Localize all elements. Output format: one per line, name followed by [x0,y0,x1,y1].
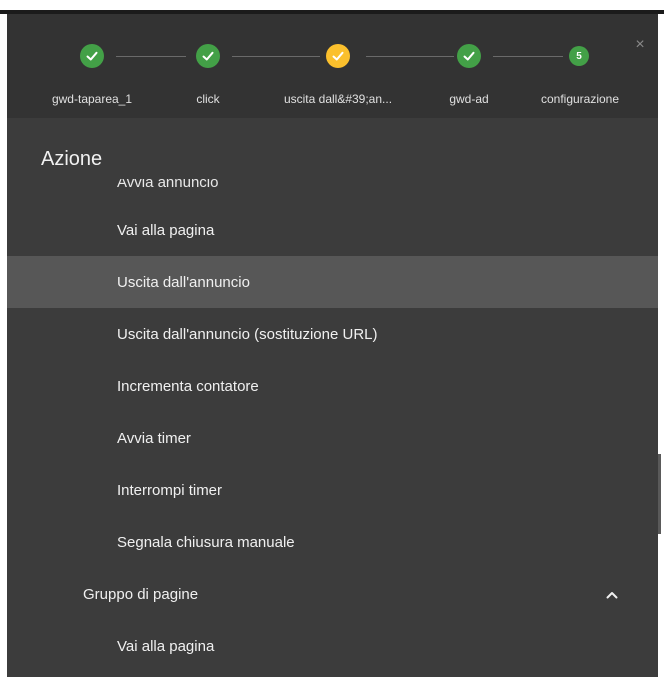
menu-item-label: Vai alla pagina [117,637,215,655]
menu-item-incrementa-contatore[interactable]: Incrementa contatore [7,360,658,412]
chevron-up-icon[interactable] [605,588,619,602]
step-4-check-icon[interactable] [457,44,481,68]
top-strip [0,0,664,14]
step-4-label[interactable]: gwd-ad [449,92,488,106]
step-2-label[interactable]: click [196,92,219,106]
action-dialog: 5 gwd-taparea_1 click uscita dall&#39;an… [7,14,658,677]
menu-item-gruppo-vai-alla-pagina[interactable]: Vai alla pagina [7,620,658,672]
panel-title: Azione [41,148,103,170]
group-header-gruppo-di-pagine[interactable]: Gruppo di pagine [7,568,658,620]
menu-item-vai-alla-pagina[interactable]: Vai alla pagina [7,204,658,256]
menu-item-label: Incrementa contatore [117,377,259,395]
group-label: Gruppo di pagine [83,585,199,603]
step-connector [493,56,563,57]
menu-item-segnala-chiusura[interactable]: Segnala chiusura manuale [7,516,658,568]
step-connector [232,56,320,57]
menu-item-label: Vai alla pagina [117,221,215,239]
step-1-check-icon[interactable] [80,44,104,68]
step-2-check-icon[interactable] [196,44,220,68]
step-3-check-icon[interactable] [326,44,350,68]
menu-item-uscita-annuncio[interactable]: Uscita dall'annuncio [7,256,658,308]
step-5-number[interactable]: 5 [569,46,589,66]
step-5-label[interactable]: configurazione [541,92,619,106]
list-item-partial[interactable]: Avvia annuncio [117,179,218,187]
menu-item-uscita-annuncio-url[interactable]: Uscita dall'annuncio (sostituzione URL) [7,308,658,360]
menu-item-label: Interrompi timer [117,481,223,499]
menu-item-label: Uscita dall'annuncio (sostituzione URL) [117,325,378,343]
step-1-label[interactable]: gwd-taparea_1 [52,92,132,106]
close-icon[interactable]: × [633,37,647,53]
menu-item-label: Uscita dall'annuncio [117,273,250,291]
stepper: 5 gwd-taparea_1 click uscita dall&#39;an… [7,14,658,118]
scrollbar[interactable] [658,14,664,677]
menu-item-label: Avvia timer [117,429,191,447]
step-3-label[interactable]: uscita dall&#39;an... [284,92,392,106]
menu-item-label: Segnala chiusura manuale [117,533,295,551]
menu-item-avvia-timer[interactable]: Avvia timer [7,412,658,464]
menu-item-interrompi-timer[interactable]: Interrompi timer [7,464,658,516]
step-connector [366,56,454,57]
app-window: 5 gwd-taparea_1 click uscita dall&#39;an… [0,0,664,677]
step-connector [116,56,186,57]
